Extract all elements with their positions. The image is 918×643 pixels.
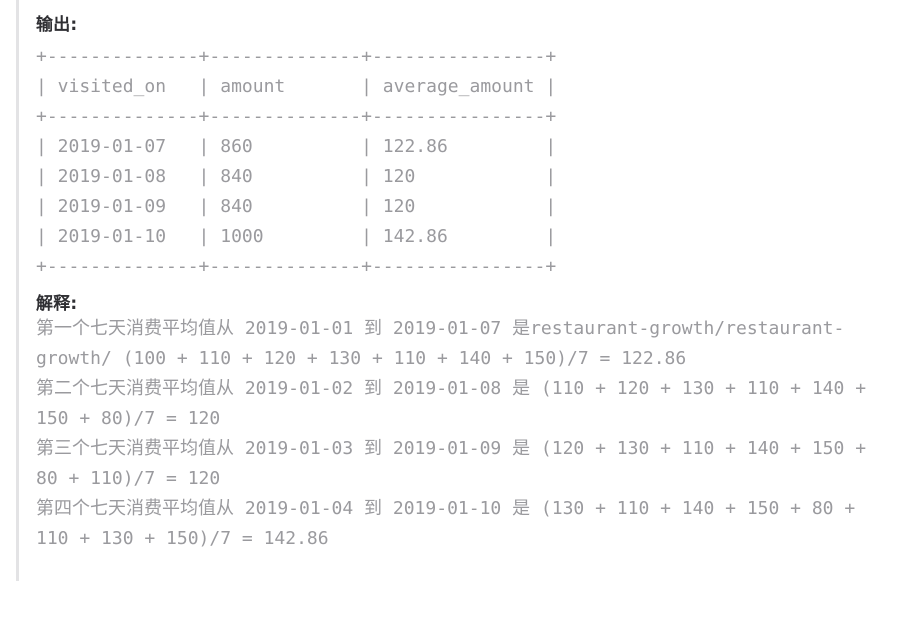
output-heading: 输出: [36, 15, 78, 35]
explanation-line-2: 第二个七天消费平均值从 2019-01-02 到 2019-01-08 是 (1… [36, 378, 867, 429]
output-ascii-table: +--------------+--------------+---------… [36, 46, 557, 277]
explanation-line-4: 第四个七天消费平均值从 2019-01-04 到 2019-01-10 是 (1… [36, 498, 856, 549]
explanation-line-3: 第三个七天消费平均值从 2019-01-03 到 2019-01-09 是 (1… [36, 438, 867, 489]
explanation-heading: 解释: [36, 294, 78, 314]
content-column: 输出: +--------------+--------------+-----… [36, 0, 876, 554]
explanation-line-1: 第一个七天消费平均值从 2019-01-01 到 2019-01-07 是res… [36, 318, 845, 369]
page-root: | | | | 输出: +--------------+------------… [0, 0, 918, 643]
blockquote-left-rule [16, 0, 19, 581]
